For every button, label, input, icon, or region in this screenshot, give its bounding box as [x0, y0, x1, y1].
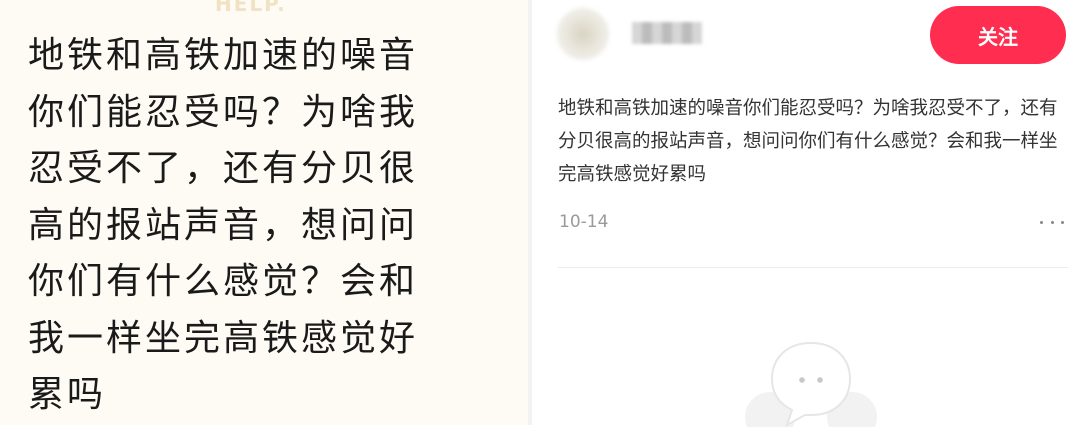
image-watermark: HELP.: [215, 0, 287, 16]
follow-button[interactable]: 关注: [930, 6, 1066, 64]
more-dots-icon[interactable]: [1040, 212, 1064, 232]
post-date: 10-14: [559, 212, 609, 232]
content-divider: [558, 267, 1068, 268]
post-content: 地铁和高铁加速的噪音你们能忍受吗？为啥我忍受不了，还有分贝很高的报站声音，想问问…: [558, 98, 1058, 185]
image-text: 地铁和高铁加速的噪音你们能忍受吗？为啥我忍受不了，还有分贝很高的报站声音，想问问…: [28, 35, 419, 415]
empty-comment-bubble-icon: [745, 341, 877, 427]
post-detail-panel: 关注 地铁和高铁加速的噪音你们能忍受吗？为啥我忍受不了，还有分贝很高的报站声音，…: [532, 0, 1080, 427]
author-avatar[interactable]: [557, 8, 609, 60]
post-image[interactable]: HELP. 地铁和高铁加速的噪音你们能忍受吗？为啥我忍受不了，还有分贝很高的报站…: [0, 0, 528, 425]
author-name[interactable]: [632, 22, 702, 44]
